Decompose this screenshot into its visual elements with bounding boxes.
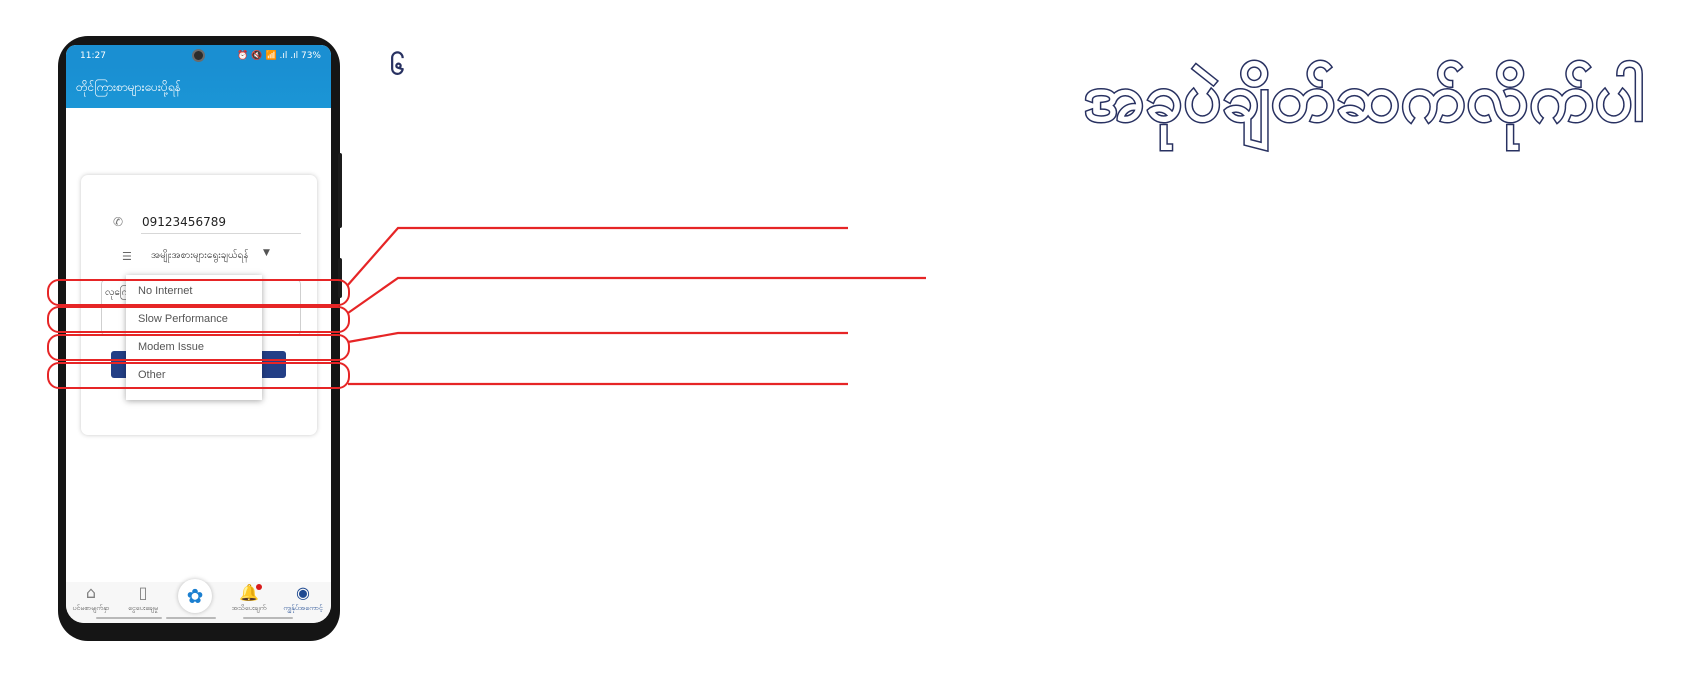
home-icon: ⌂ — [85, 583, 97, 602]
phone-icon: ✆ — [113, 215, 124, 229]
page-title: တိုင်ကြားစာများပေးပို့ရန် — [76, 80, 181, 94]
nav-item-notifications[interactable]: 🔔 အသိပေးချက် — [224, 584, 274, 614]
callout-line-no-internet — [346, 226, 848, 287]
home-indicator — [166, 617, 216, 619]
account-icon: ◉ — [296, 583, 310, 602]
bell-icon: 🔔 — [239, 583, 259, 602]
nav-label: ကျွန်ုပ်အကောင့် — [283, 604, 323, 612]
nav-item-home[interactable]: ⌂ ပင်မစာမျက်နှာ — [66, 584, 116, 614]
highlight-other — [47, 362, 350, 389]
status-bar: 11:27 ⏰ 🔇 📶 .ıl .ıl 73% — [66, 45, 331, 67]
highlight-modem-issue — [47, 334, 350, 361]
status-time: 11:27 — [80, 51, 106, 61]
step-number: ၆ — [390, 51, 405, 81]
nav-label: ငွေပေးချေမှု — [128, 604, 158, 612]
home-indicator — [243, 617, 293, 619]
logo-icon[interactable]: ✿ — [178, 579, 212, 613]
highlight-slow-performance — [47, 306, 350, 333]
category-select[interactable]: အမျိုးအစားများရွေးချယ်ရန် — [151, 248, 249, 263]
nav-label: အသိပေးချက် — [231, 604, 267, 612]
battery-level: 73% — [300, 51, 321, 61]
home-indicator — [96, 617, 162, 619]
nav-item-account[interactable]: ◉ ကျွန်ုပ်အကောင့် — [278, 584, 328, 614]
notification-badge — [256, 584, 262, 590]
status-indicators: ⏰ 🔇 📶 .ıl .ıl 73% — [237, 51, 321, 61]
front-camera — [192, 49, 205, 62]
highlight-no-internet — [47, 279, 350, 306]
headline: အခုပဲချိတ်ဆက်လိုက်ပါ — [1082, 58, 1645, 138]
callout-line-modem-issue — [347, 331, 848, 344]
nav-label: ပင်မစာမျက်နှာ — [72, 604, 110, 612]
nav-item-payment[interactable]: ▯ ငွေပေးချေမှု — [118, 584, 168, 614]
caret-down-icon[interactable]: ▼ — [263, 248, 270, 258]
payment-icon: ▯ — [138, 583, 148, 602]
app-bar: တိုင်ကြားစာများပေးပို့ရန် — [66, 67, 331, 108]
bottom-navigation: ⌂ ပင်မစာမျက်နှာ ▯ ငွေပေးချေမှု ✿ 🔔 အသိပေ… — [66, 579, 331, 623]
side-button — [338, 153, 342, 228]
status-icons: ⏰ 🔇 📶 .ıl .ıl — [237, 51, 299, 61]
list-icon: ☰ — [122, 250, 132, 263]
phone-number-field[interactable]: 09123456789 — [142, 215, 226, 229]
field-underline — [141, 233, 301, 234]
callout-line-slow-performance — [347, 276, 926, 314]
